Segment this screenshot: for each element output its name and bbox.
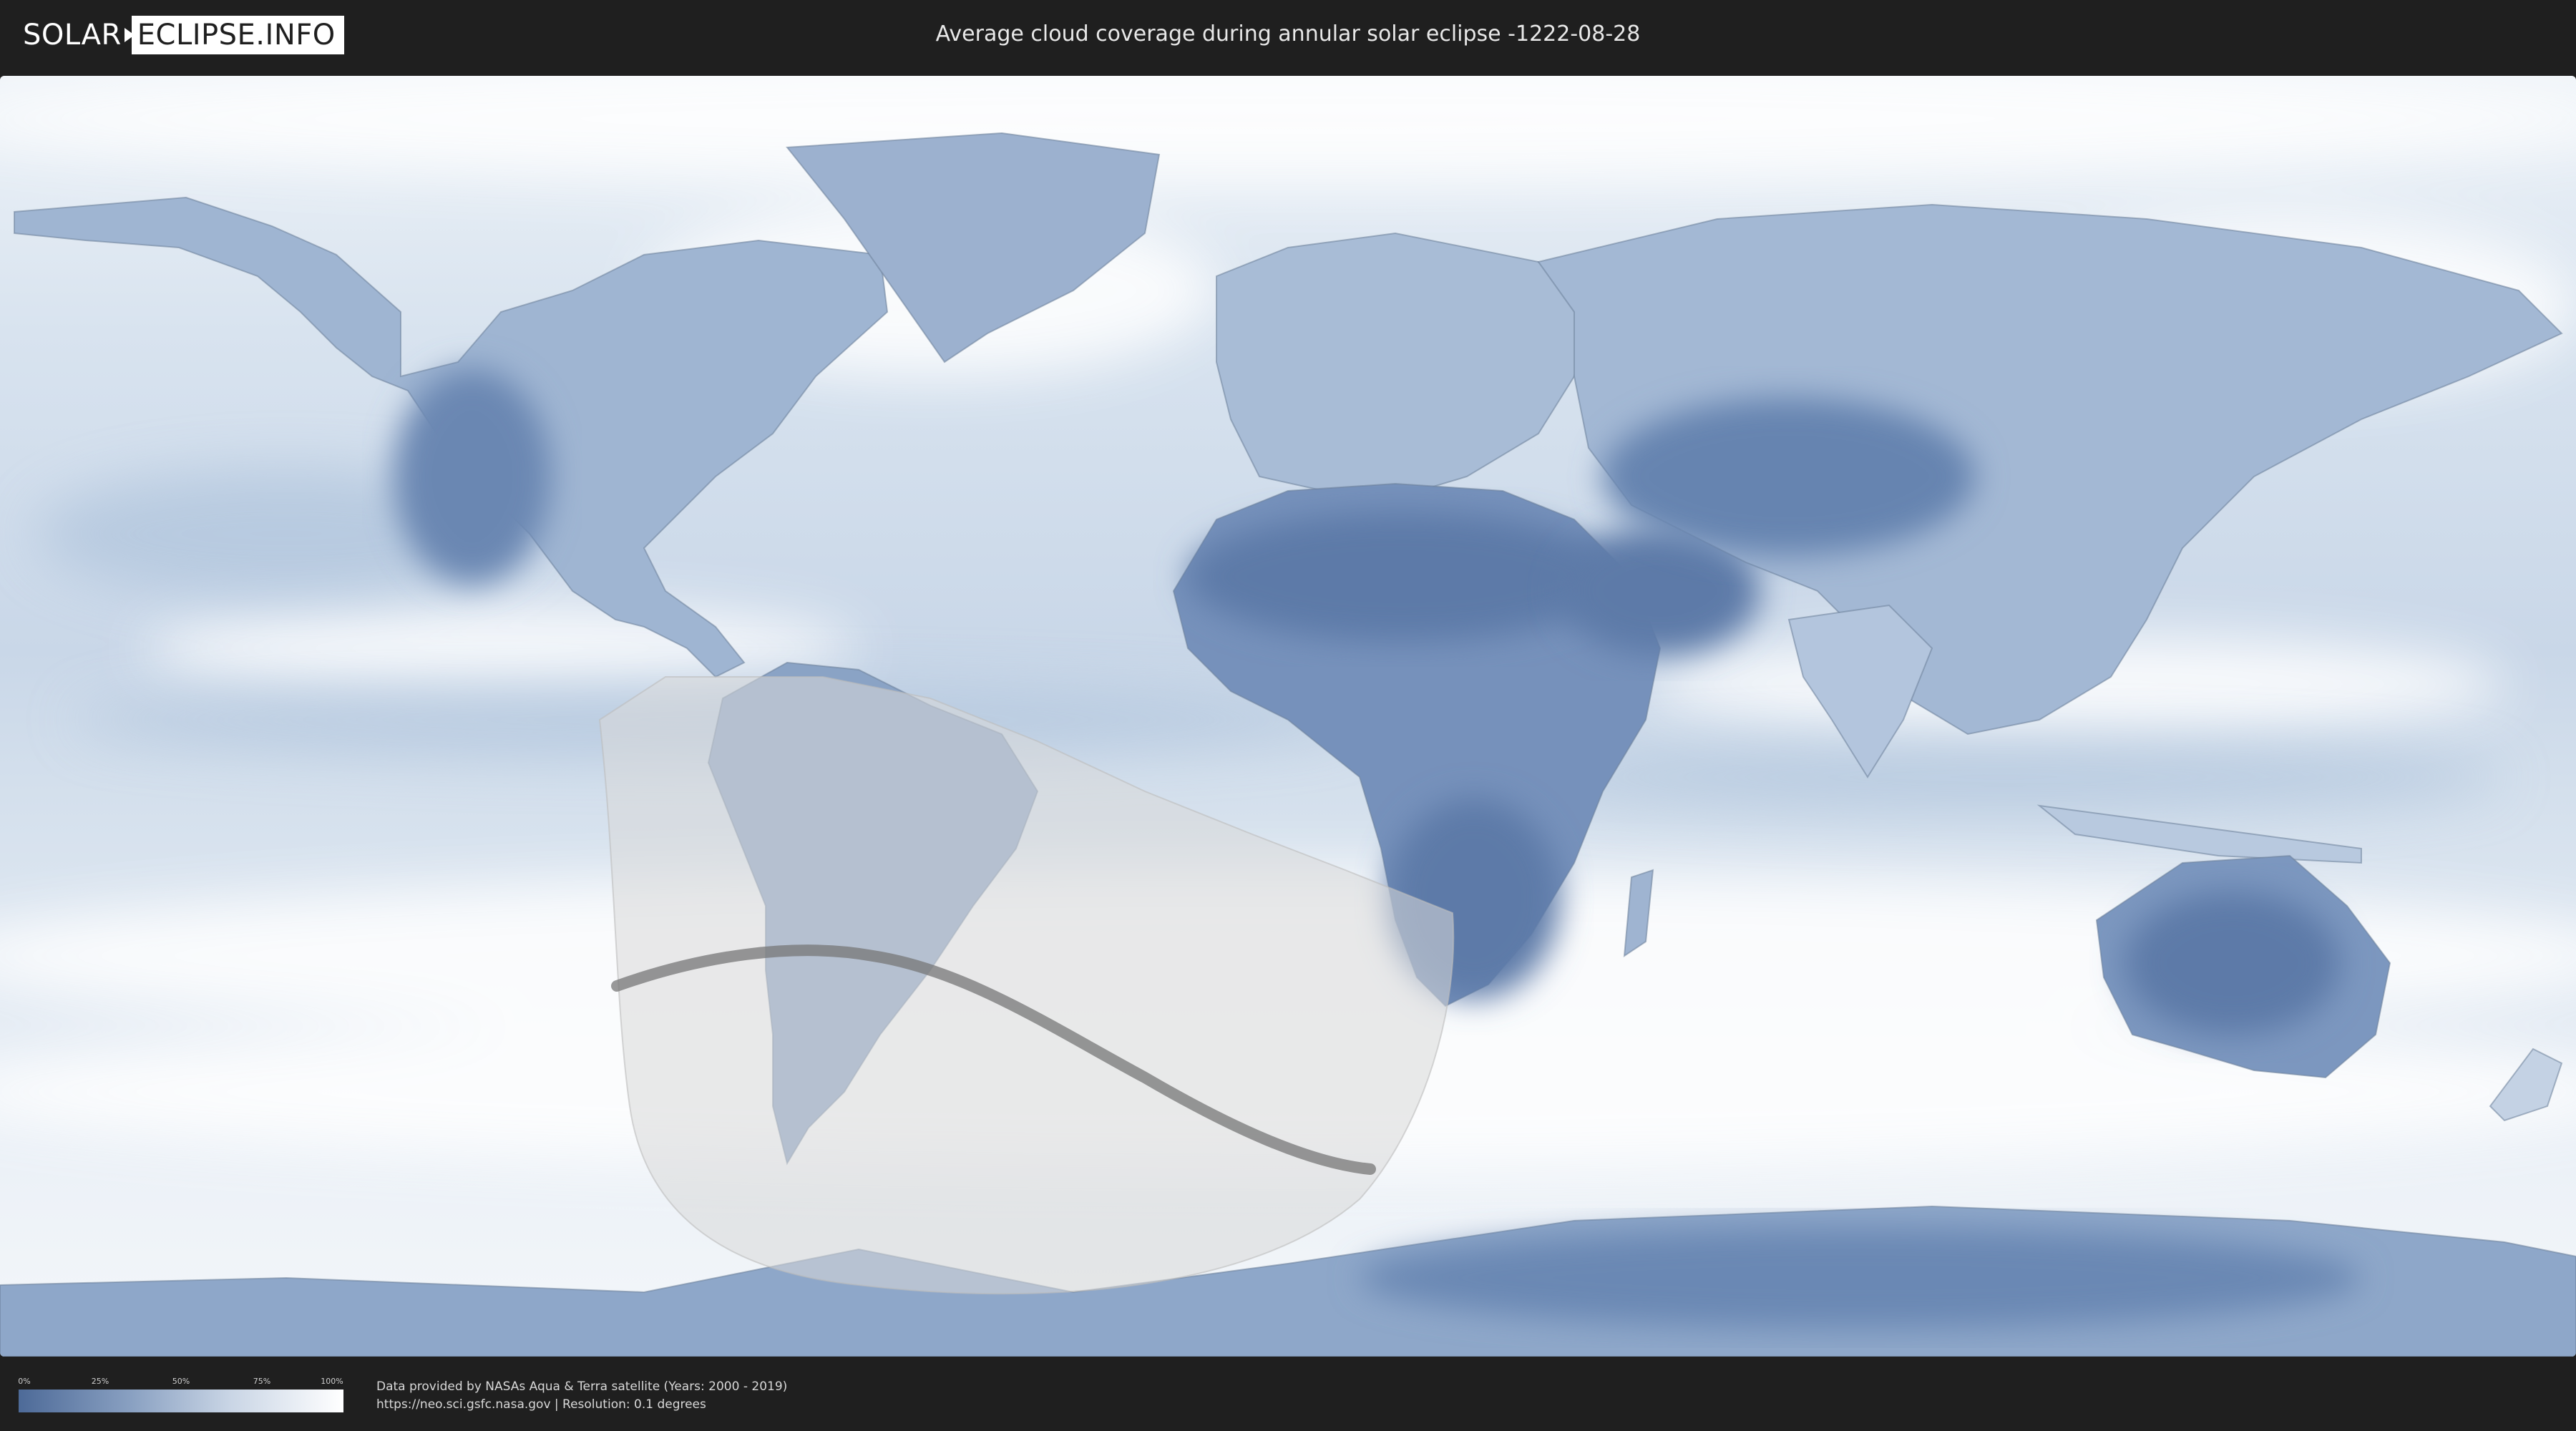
legend-tick-labels: 0% 25% 50% 75% 100% bbox=[18, 1377, 343, 1387]
legend-tick-25: 25% bbox=[91, 1377, 109, 1386]
legend-gradient-bar bbox=[19, 1390, 343, 1412]
logo-arrow-icon bbox=[124, 28, 135, 42]
page-title: Average cloud coverage during annular so… bbox=[935, 21, 1641, 47]
clear-region-western-us bbox=[394, 369, 551, 584]
data-credits: Data provided by NASAs Aqua & Terra sate… bbox=[376, 1378, 787, 1414]
legend-tick-0: 0% bbox=[18, 1377, 31, 1386]
cloud-coverage-map[interactable] bbox=[0, 76, 2576, 1357]
credits-line-url: https://neo.sci.gsfc.nasa.gov | Resoluti… bbox=[376, 1397, 706, 1412]
legend-tick-75: 75% bbox=[253, 1377, 271, 1386]
header-bar: SOLAR ECLIPSE.INFO Average cloud coverag… bbox=[0, 0, 2576, 72]
clear-region-central-asia bbox=[1603, 398, 1975, 555]
legend-tick-50: 50% bbox=[172, 1377, 190, 1386]
clear-region-australia bbox=[2125, 892, 2340, 1035]
cloud-coverage-legend: 0% 25% 50% 75% 100% bbox=[18, 1377, 343, 1414]
legend-tick-100: 100% bbox=[321, 1377, 343, 1386]
credits-line-source: Data provided by NASAs Aqua & Terra sate… bbox=[376, 1379, 788, 1394]
clear-region-antarctica bbox=[1360, 1228, 2361, 1328]
clear-region-sahara bbox=[1188, 512, 1617, 641]
